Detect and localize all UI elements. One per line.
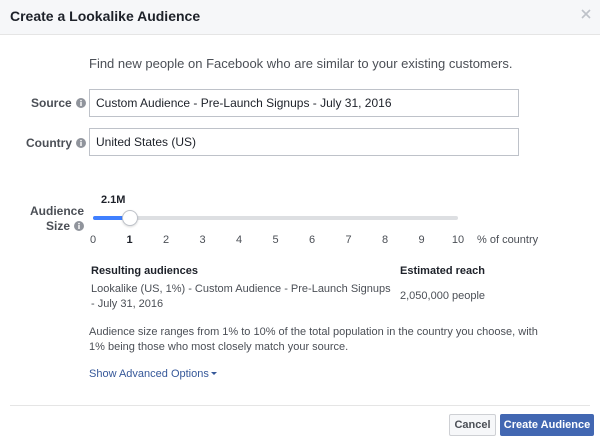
info-icon[interactable] [74, 221, 85, 231]
slider-thumb[interactable] [121, 210, 138, 226]
slider-track[interactable] [93, 216, 458, 220]
slider-tick: 10 [451, 234, 465, 246]
dialog-header: Create a Lookalike Audience [0, 0, 600, 35]
dialog-title: Create a Lookalike Audience [10, 8, 201, 24]
advanced-options-label: Show Advanced Options [89, 368, 209, 380]
close-icon[interactable] [580, 8, 592, 20]
source-label: Source [31, 96, 72, 110]
slider-tick: 3 [199, 234, 206, 246]
slider-tick: 2 [162, 234, 170, 246]
estimated-reach-header: Estimated reach [400, 265, 485, 277]
footer-divider [10, 405, 590, 406]
source-label-group: Source [31, 96, 86, 110]
audience-size-label-line1: Audience [30, 204, 85, 218]
slider-tick: 8 [381, 234, 389, 246]
info-icon[interactable] [75, 98, 86, 108]
intro-text: Find new people on Facebook who are simi… [89, 56, 513, 71]
slider-tick: 5 [272, 234, 279, 246]
audience-size-note: Audience size ranges from 1% to 10% of t… [89, 326, 538, 353]
slider-tick: 1 [126, 234, 133, 246]
estimated-reach-value: 2,050,000 people [400, 290, 486, 302]
slider-tick: 4 [235, 234, 243, 246]
source-input[interactable]: Custom Audience - Pre-Launch Signups - J… [89, 89, 519, 117]
slider-tick: 9 [418, 234, 425, 246]
country-label-group: Country [26, 136, 86, 150]
create-audience-button[interactable]: Create Audience [500, 414, 594, 436]
country-input[interactable]: United States (US) [89, 128, 519, 156]
resulting-audiences-header: Resulting audiences [91, 265, 198, 277]
show-advanced-options-link[interactable]: Show Advanced Options [89, 368, 217, 380]
cancel-button[interactable]: Cancel [449, 414, 496, 436]
slider-tick: 6 [308, 234, 316, 246]
info-icon[interactable] [76, 138, 86, 148]
lookalike-dialog: Create a Lookalike Audience Find new peo… [0, 0, 600, 445]
resulting-audience-name: Lookalike (US, 1%) - Custom Audience - P… [91, 283, 391, 310]
audience-size-label-group: Audience Size [20, 204, 85, 234]
slider-value-label: 2.1M [101, 194, 126, 206]
country-label: Country [26, 136, 72, 150]
audience-size-label-line2: Size [46, 219, 71, 233]
slider-tick: 0 [89, 234, 97, 246]
slider-tick: 7 [345, 234, 352, 246]
caret-down-icon [210, 372, 217, 375]
slider-unit-label: % of country [477, 234, 539, 246]
